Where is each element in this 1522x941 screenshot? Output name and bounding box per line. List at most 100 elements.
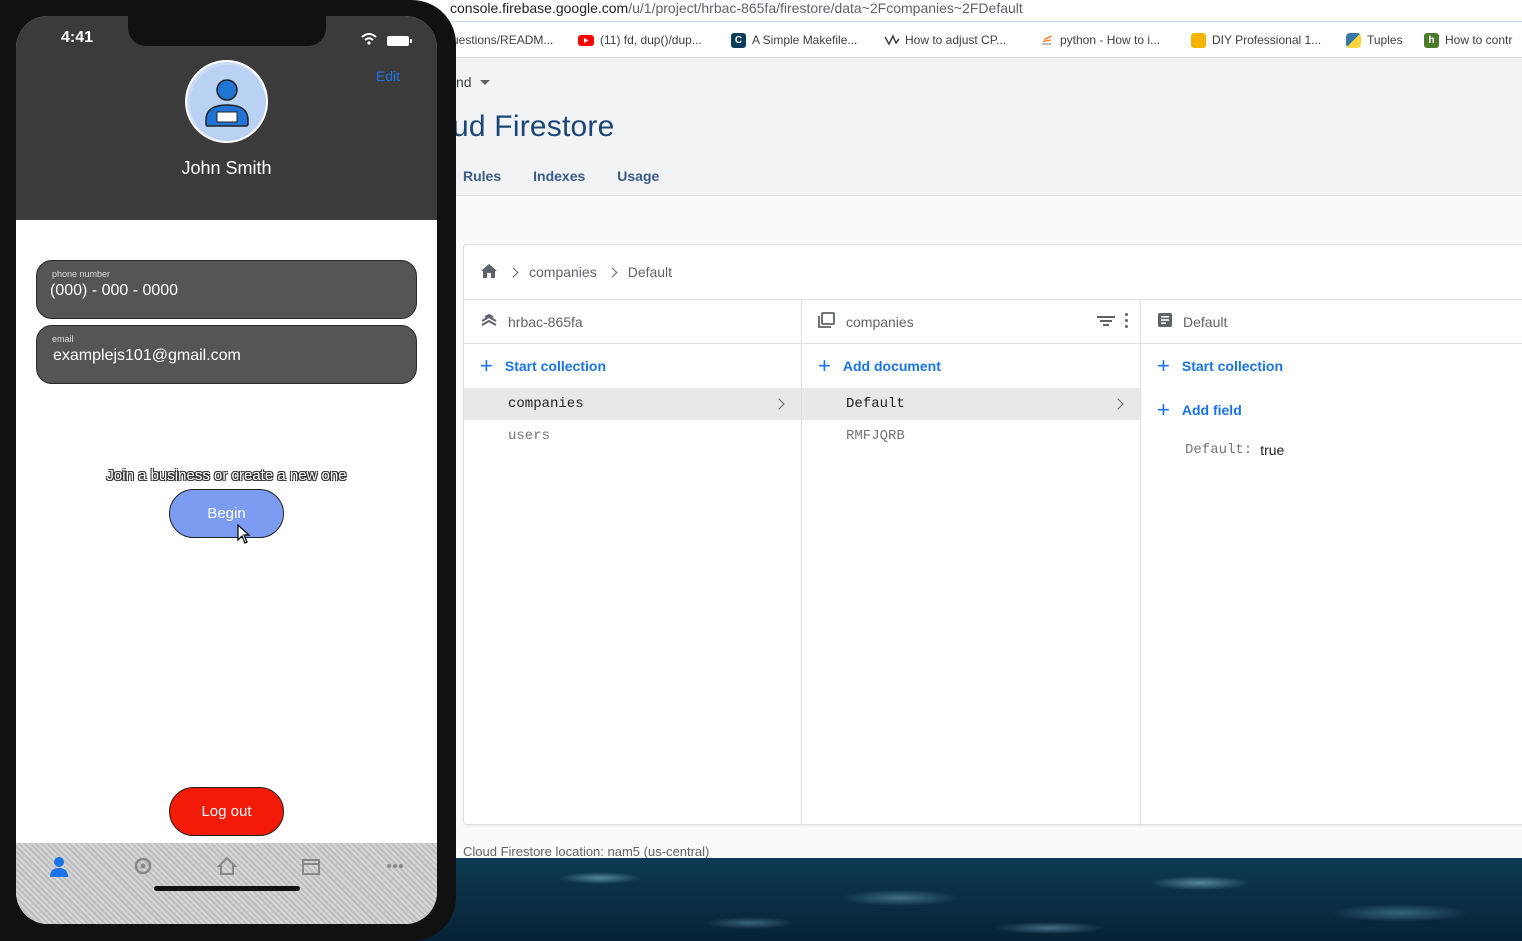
bookmark-item[interactable]: h How to contr <box>1424 32 1512 48</box>
filter-icon[interactable] <box>1097 314 1115 328</box>
chevron-right-icon <box>773 398 785 410</box>
user-avatar-icon <box>190 65 266 141</box>
collection-item-companies[interactable]: companies <box>464 388 801 420</box>
firestore-data-panel: companies Default hrbac-865fa + Start co… <box>463 244 1522 826</box>
row-label: RMFJQRB <box>846 428 905 444</box>
firestore-location: Cloud Firestore location: nam5 (us-centr… <box>463 844 710 859</box>
youtube-icon <box>578 34 594 46</box>
row-label: companies <box>508 396 584 412</box>
plus-icon: + <box>480 353 493 378</box>
url-domain: console.firebase.google.com <box>450 0 629 16</box>
document-icon <box>1157 312 1173 331</box>
logout-button[interactable]: Log out <box>169 787 284 836</box>
edit-button[interactable]: Edit <box>376 68 400 84</box>
collection-column: companies + Add document Default RMFJQRB <box>802 300 1141 826</box>
root-column: hrbac-865fa + Start collection companies… <box>464 300 802 826</box>
battery-icon <box>387 36 412 46</box>
column-header-label: hrbac-865fa <box>508 313 583 330</box>
breadcrumb-companies[interactable]: companies <box>529 264 597 280</box>
bookmark-label: Tuples <box>1367 33 1403 47</box>
profile-header: 4:41 Edit John Smith <box>16 16 437 220</box>
start-collection-button[interactable]: + Start collection <box>464 344 801 388</box>
column-header: hrbac-865fa <box>464 300 801 344</box>
phone-screen: 4:41 Edit John Smith phone number (000) … <box>16 16 437 924</box>
column-header-label: Default <box>1183 313 1228 330</box>
column-actions <box>1097 313 1128 328</box>
row-label: users <box>508 428 551 444</box>
tab-rules[interactable]: Rules <box>463 168 501 184</box>
document-field[interactable]: Default: true <box>1141 432 1522 468</box>
action-label: Add document <box>842 358 941 374</box>
wifi-icon <box>361 32 377 50</box>
plus-icon: + <box>818 353 831 378</box>
calendar-icon[interactable] <box>300 855 322 877</box>
python-icon <box>1346 32 1361 48</box>
field-key: Default: <box>1185 442 1253 458</box>
join-business-text: Join a business or create a new one <box>106 467 347 484</box>
begin-button[interactable]: Begin <box>169 489 284 538</box>
home-icon[interactable] <box>480 263 498 282</box>
action-label: Start collection <box>1181 358 1283 374</box>
bookmark-label: A Simple Makefile... <box>752 33 858 47</box>
field-value: true <box>1260 442 1285 458</box>
email-field[interactable]: email examplejs101@gmail.com <box>36 325 417 384</box>
project-layers-icon <box>480 312 498 331</box>
phone-number-field[interactable]: phone number (000) - 000 - 0000 <box>36 260 417 319</box>
bookmark-label: How to contr <box>1445 33 1513 47</box>
mouse-cursor-icon <box>237 524 251 544</box>
breadcrumb-default[interactable]: Default <box>628 264 672 280</box>
collection-item-users[interactable]: users <box>464 420 801 452</box>
chevron-right-icon <box>1112 398 1124 410</box>
console-tabs: Rules Indexes Usage <box>463 168 659 184</box>
email-label: email <box>52 334 74 344</box>
action-label: Start collection <box>504 358 606 374</box>
more-vert-icon[interactable] <box>1125 313 1128 328</box>
start-collection-button[interactable]: + Start collection <box>1141 344 1522 388</box>
url-text[interactable]: console.firebase.google.com/u/1/project/… <box>450 0 1023 16</box>
document-item-rmfjqrb[interactable]: RMFJQRB <box>802 420 1140 452</box>
project-selector[interactable]: nd <box>456 74 490 90</box>
h-icon: h <box>1424 32 1439 48</box>
home-icon[interactable] <box>216 855 238 877</box>
bookmark-item[interactable]: C A Simple Makefile... <box>731 32 857 48</box>
more-icon[interactable] <box>384 855 406 877</box>
plus-icon: + <box>1157 353 1170 378</box>
settings-icon[interactable] <box>132 855 154 877</box>
stack-icon <box>1039 33 1054 48</box>
phone-number-value: (000) - 000 - 0000 <box>50 282 179 299</box>
breadcrumb: companies Default <box>464 245 1522 300</box>
user-name: John Smith <box>181 158 272 178</box>
bookmark-label: How to adjust CP... <box>905 33 1007 47</box>
column-header: Default <box>1141 300 1522 344</box>
avatar[interactable] <box>185 60 268 143</box>
bookmark-item[interactable]: How to adjust CP... <box>884 32 1006 48</box>
bookmark-label: DIY Professional 1... <box>1212 33 1322 47</box>
page-title: ud Firestore <box>452 110 615 143</box>
document-column: Default + Start collection + Add field D… <box>1141 300 1522 826</box>
phone-simulator: 4:41 Edit John Smith phone number (000) … <box>0 0 456 941</box>
url-path: /u/1/project/hrbac-865fa/firestore/data~… <box>628 0 1023 16</box>
bookmark-item[interactable]: (11) fd, dup()/dup... <box>578 32 702 48</box>
person-icon[interactable] <box>48 855 70 877</box>
project-selector-label: nd <box>456 74 472 90</box>
bookmark-item[interactable]: uestions/READM... <box>452 32 553 48</box>
diy-icon <box>1191 32 1206 48</box>
bookmark-label: python - How to i... <box>1060 33 1161 47</box>
collection-icon <box>818 312 836 331</box>
chevron-right-icon <box>508 267 519 277</box>
action-label: Add field <box>1181 402 1242 418</box>
bookmark-item[interactable]: Tuples <box>1346 32 1403 48</box>
bookmark-item[interactable]: python - How to i... <box>1039 32 1160 48</box>
add-field-button[interactable]: + Add field <box>1141 388 1522 432</box>
status-time: 4:41 <box>61 29 94 46</box>
bottom-tab-bar <box>16 843 437 924</box>
bookmark-item[interactable]: DIY Professional 1... <box>1191 32 1321 48</box>
add-document-button[interactable]: + Add document <box>802 344 1140 388</box>
tab-usage[interactable]: Usage <box>617 168 659 184</box>
column-header: companies <box>802 300 1140 344</box>
chevron-down-icon <box>479 79 490 85</box>
document-item-default[interactable]: Default <box>802 388 1140 420</box>
tab-indexes[interactable]: Indexes <box>533 168 585 184</box>
chart-icon <box>884 33 900 48</box>
c-logo-icon: C <box>731 32 746 48</box>
